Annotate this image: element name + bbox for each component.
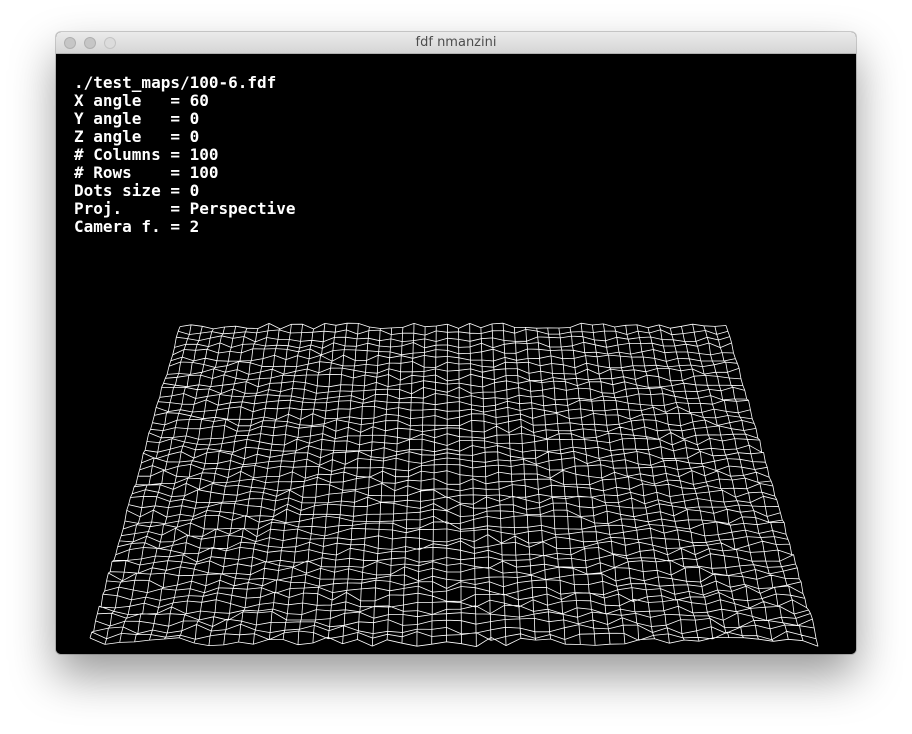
info-camera-focal: Camera f. = 2 xyxy=(74,217,200,236)
info-columns: # Columns = 100 xyxy=(74,145,219,164)
info-x-angle: X angle = 60 xyxy=(74,91,209,110)
info-panel: ./test_maps/100-6.fdf X angle = 60 Y ang… xyxy=(74,74,296,236)
info-projection: Proj. = Perspective xyxy=(74,199,296,218)
info-dots-size: Dots size = 0 xyxy=(74,181,200,200)
info-rows: # Rows = 100 xyxy=(74,163,219,182)
render-canvas[interactable]: ./test_maps/100-6.fdf X angle = 60 Y ang… xyxy=(56,54,856,654)
app-window: fdf nmanzini ./test_maps/100-6.fdf X ang… xyxy=(56,32,856,654)
info-y-angle: Y angle = 0 xyxy=(74,109,200,128)
window-title: fdf nmanzini xyxy=(415,35,497,50)
info-file-path: ./test_maps/100-6.fdf xyxy=(74,73,277,92)
info-z-angle: Z angle = 0 xyxy=(74,127,200,146)
wireframe-mesh xyxy=(89,322,819,647)
title-bar[interactable]: fdf nmanzini xyxy=(56,32,856,54)
